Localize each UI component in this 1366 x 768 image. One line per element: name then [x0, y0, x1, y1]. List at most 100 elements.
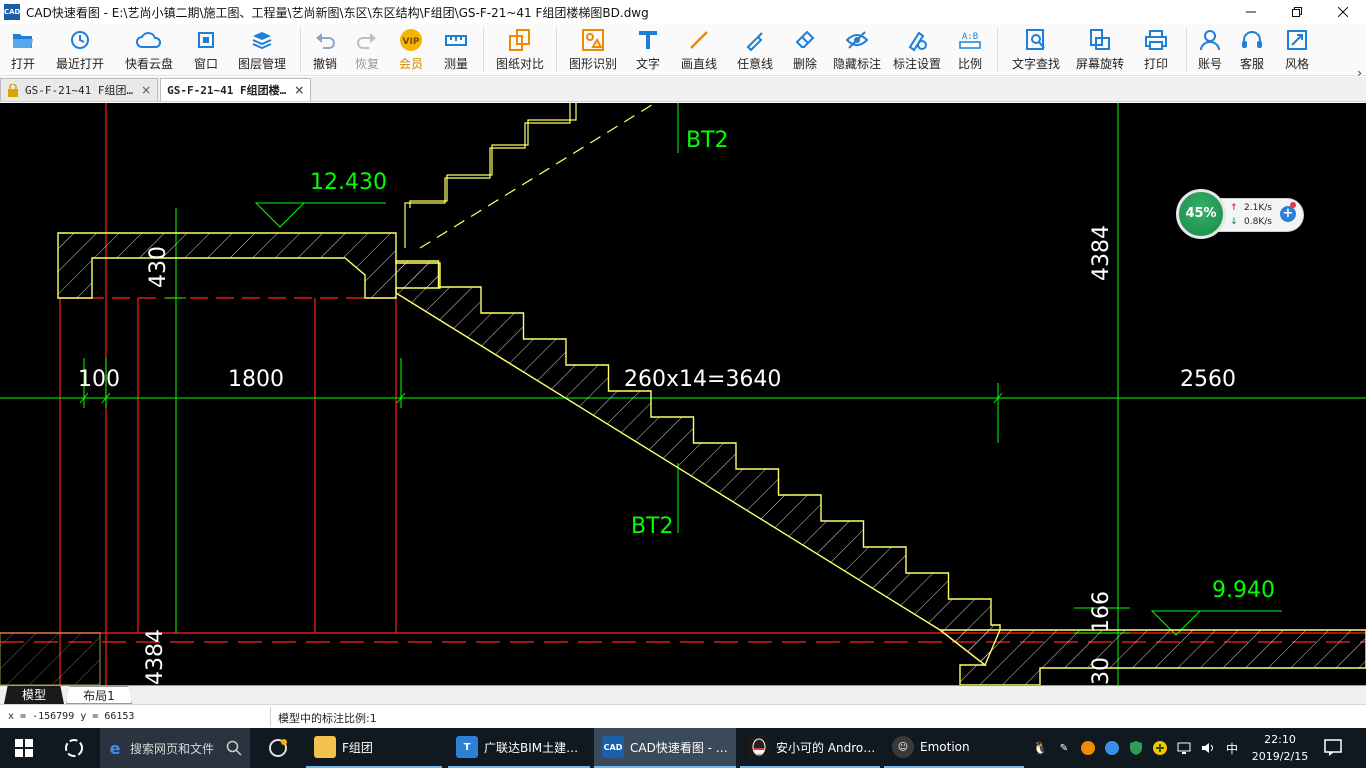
maximize-button[interactable]: [1274, 0, 1320, 24]
security-shield-icon[interactable]: [1124, 736, 1148, 760]
ruler-icon: [444, 28, 468, 52]
browser-tray-icon[interactable]: [1100, 736, 1124, 760]
dim-label-stair-run: 260x14=3640: [624, 367, 781, 392]
notification-dot: [1290, 202, 1296, 208]
text-tool-button[interactable]: 文字: [625, 24, 671, 76]
svg-text:A:B: A:B: [962, 32, 978, 42]
notification-icon: [1324, 739, 1342, 756]
memory-percent[interactable]: 45%: [1176, 189, 1226, 239]
close-window-button[interactable]: [1320, 0, 1366, 24]
cloud-icon: [136, 28, 162, 52]
eraser-icon: [794, 28, 816, 52]
taskbar-app-cad[interactable]: CAD CAD快速看图 - …: [594, 728, 736, 768]
volume-icon[interactable]: [1196, 736, 1220, 760]
doc-tab-label: GS-F-21~41 F组团楼…: [167, 84, 287, 97]
scale-icon: A:B: [957, 28, 983, 52]
headset-icon: [1240, 28, 1264, 52]
taskbar-clock[interactable]: 22:10 2019/2/15: [1248, 731, 1312, 765]
undo-icon: [314, 28, 336, 52]
taskbar-search-box[interactable]: e 搜索网页和文件: [100, 728, 250, 768]
start-button[interactable]: [0, 728, 48, 768]
vip-button[interactable]: VIP 会员: [389, 24, 433, 76]
customer-service-button[interactable]: 客服: [1229, 24, 1275, 76]
rotate-screen-button[interactable]: 屏幕旋转: [1070, 24, 1130, 76]
rotate-screen-icon: [1088, 28, 1112, 52]
doc-tab-1[interactable]: GS-F-21~41 F组团… ×: [0, 78, 159, 101]
dimension-lines: [0, 103, 1366, 685]
taskbar-app-emotion[interactable]: ☺ Emotion: [884, 728, 1024, 768]
text-search-button[interactable]: 文字查找: [1002, 24, 1070, 76]
undo-button[interactable]: 撤销: [305, 24, 345, 76]
plus-icon[interactable]: +: [1280, 206, 1296, 222]
annotation-settings-button[interactable]: 标注设置: [887, 24, 947, 76]
taskbar-app-folder[interactable]: F组团: [306, 728, 442, 768]
action-center-button[interactable]: [1322, 736, 1346, 760]
axis-lines: [0, 103, 1366, 685]
windows-taskbar: e 搜索网页和文件 F组团 T 广联达BIM土建… CAD CAD快速看图 - …: [0, 728, 1366, 768]
close-tab-icon[interactable]: ×: [294, 83, 304, 97]
task-view-button[interactable]: [56, 728, 92, 768]
network-speed-widget[interactable]: 45% ↑ 2.1K/s ↓ 0.8K/s +: [1176, 189, 1304, 239]
taskbar-app-glodon[interactable]: T 广联达BIM土建…: [448, 728, 590, 768]
app-tray-icon[interactable]: [1076, 736, 1100, 760]
annotation-settings-icon: [905, 28, 929, 52]
toolbar-separator: [483, 28, 484, 72]
drawing-compare-button[interactable]: 图纸对比: [488, 24, 552, 76]
ime-indicator[interactable]: 中: [1220, 736, 1244, 760]
redo-button[interactable]: 恢复: [345, 24, 389, 76]
window-button[interactable]: 窗口: [184, 24, 228, 76]
close-icon: [1338, 7, 1348, 17]
style-button[interactable]: 风格: [1275, 24, 1319, 76]
open-button[interactable]: 打开: [0, 24, 46, 76]
draw-line-button[interactable]: 画直线: [671, 24, 727, 76]
doc-tab-2[interactable]: GS-F-21~41 F组团楼… ×: [160, 78, 312, 101]
down-arrow-icon: ↓: [1230, 217, 1238, 227]
hide-annotation-button[interactable]: 隐藏标注: [827, 24, 887, 76]
scale-button[interactable]: A:B 比例: [947, 24, 993, 76]
cortana-swirl-icon: [65, 739, 83, 757]
status-separator: [270, 707, 271, 727]
cloud-drive-button[interactable]: 快看云盘: [114, 24, 184, 76]
svg-text:VIP: VIP: [403, 37, 420, 47]
toolbar-separator: [300, 28, 301, 72]
print-button[interactable]: 打印: [1130, 24, 1182, 76]
tab-layout1[interactable]: 布局1: [66, 686, 132, 704]
toolbar-separator: [997, 28, 998, 72]
status-bar: x = -156799 y = 66153 模型中的标注比例:1: [0, 704, 1366, 728]
measure-button[interactable]: 测量: [433, 24, 479, 76]
dim-label-430: 430: [146, 246, 171, 288]
dim-label-166: 166: [1089, 591, 1114, 633]
cursor-coordinates: x = -156799 y = 66153: [8, 711, 135, 722]
document-tabs: GS-F-21~41 F组团… × GS-F-21~41 F组团楼… ×: [0, 77, 1366, 102]
app-logo-icon: CAD: [4, 4, 20, 20]
drawing-canvas[interactable]: BT2 BT2 12.430 9.940 100 1800 260x14=364…: [0, 103, 1366, 685]
cad-app-icon: CAD: [602, 736, 624, 758]
lock-icon: [8, 83, 18, 97]
delete-button[interactable]: 删除: [783, 24, 827, 76]
freehand-line-button[interactable]: 任意线: [727, 24, 783, 76]
dim-label-4384-left: 4384: [143, 629, 168, 685]
minimize-icon: [1246, 11, 1256, 13]
folder-icon: [314, 736, 336, 758]
emotion-icon: ☺: [892, 736, 914, 758]
taskbar-pinned-app[interactable]: [258, 728, 298, 768]
minimize-button[interactable]: [1228, 0, 1274, 24]
tab-model[interactable]: 模型: [4, 686, 64, 704]
recent-open-button[interactable]: 最近打开: [46, 24, 114, 76]
layers-icon: [251, 28, 273, 52]
taskbar-app-qq[interactable]: 安小可的 Andro…: [740, 728, 880, 768]
system-tray: 🐧 ✎ 中: [1028, 728, 1244, 768]
shape-recognize-button[interactable]: 图形识别: [561, 24, 625, 76]
plus-tray-icon[interactable]: [1148, 736, 1172, 760]
folder-open-icon: [11, 28, 35, 52]
cad-drawing[interactable]: BT2 BT2 12.430 9.940 100 1800 260x14=364…: [0, 103, 1366, 685]
qq-tray-icon[interactable]: 🐧: [1028, 736, 1052, 760]
input-tray-icon[interactable]: ✎: [1052, 736, 1076, 760]
layer-manager-button[interactable]: 图层管理: [228, 24, 296, 76]
toolbar-separator: [556, 28, 557, 72]
network-icon[interactable]: [1172, 736, 1196, 760]
upper-stair-outline: [404, 103, 656, 249]
account-button[interactable]: 账号: [1191, 24, 1229, 76]
recent-clock-icon: [69, 28, 91, 52]
close-tab-icon[interactable]: ×: [141, 83, 151, 97]
